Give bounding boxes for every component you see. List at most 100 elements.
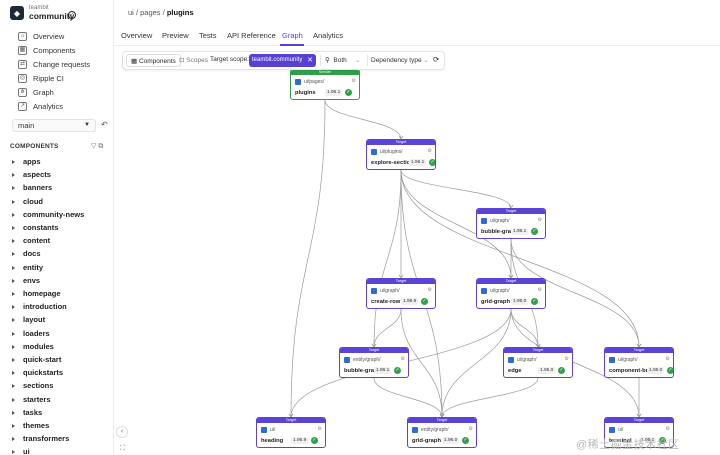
graph-node-edge[interactable]: Target ui/graph/ ⚙ edge 1.95.0 ✓ [503, 347, 573, 378]
tree-item[interactable]: ui [12, 447, 30, 455]
settings-icon[interactable]: ⚙ [401, 356, 405, 362]
tree-item[interactable]: apps [12, 157, 41, 166]
graph-edge [373, 308, 402, 348]
settings-icon[interactable]: ⚙ [565, 356, 569, 362]
undo-icon[interactable]: ↶ [101, 120, 108, 129]
tree-item[interactable]: sections [12, 381, 53, 390]
target-scope-value: teambit.community [252, 57, 303, 63]
org-logo[interactable]: ◆ [10, 6, 24, 20]
nav-ripple-ci[interactable]: ◎ Ripple CI [18, 74, 64, 83]
tab-graph[interactable]: Graph [282, 31, 303, 40]
chevron-down-icon: ⌄ [423, 57, 429, 64]
branch-selector[interactable]: main ▼ [12, 119, 96, 132]
crumb-ui[interactable]: ui [128, 8, 134, 17]
tree-item[interactable]: introduction [12, 302, 67, 311]
tree-item[interactable]: themes [12, 421, 49, 430]
target-scope-chip[interactable]: teambit.community ✕ [249, 54, 316, 67]
tab-api-reference[interactable]: API Reference [227, 31, 276, 40]
check-icon: ✓ [531, 298, 538, 305]
graph-node-create-row[interactable]: Target ui/graph/ ⚙ create-row 1.96.9 ✓ [366, 278, 436, 309]
graph-edge [400, 169, 512, 209]
target-scope-label: Target scope: [210, 56, 250, 63]
tab-analytics[interactable]: Analytics [313, 31, 343, 40]
refresh-icon[interactable]: ⟳ [433, 55, 439, 64]
tab-tests[interactable]: Tests [199, 31, 217, 40]
tree-item-label: envs [23, 275, 41, 285]
tree-item[interactable]: transformers [12, 434, 69, 443]
tree-item[interactable]: aspects [12, 170, 51, 179]
chevron-down-icon: ⌄ [355, 57, 361, 64]
check-icon: ✓ [345, 89, 352, 96]
graph-node-grid-graph-a[interactable]: Target ui/graph/ ⚙ grid-graph 1.95.0 ✓ [476, 278, 546, 309]
filter-icon[interactable]: ▽ ⧉ [91, 142, 103, 151]
nav-overview[interactable]: ⌂ Overview [18, 32, 64, 41]
close-icon[interactable]: ✕ [307, 54, 313, 67]
node-name: plugins [295, 90, 316, 96]
settings-icon[interactable]: ⚙ [352, 78, 356, 84]
settings-icon[interactable]: ⚙ [428, 287, 432, 293]
node-name: create-row [371, 299, 401, 305]
tree-item[interactable]: cloud [12, 197, 43, 206]
nav-graph[interactable]: ⋔ Graph [18, 88, 54, 97]
tree-item-label: tasks [23, 407, 43, 417]
graph-node-bubble-graph-b[interactable]: Target entity/graph/⚙ bubble-graph 1.96.1 ✓ [339, 347, 409, 378]
components-toggle[interactable]: ▦ Components [126, 54, 181, 67]
graph-node-heading[interactable]: Target ui/ ⚙ heading 1.96.9 ✓ [256, 417, 326, 448]
scopes-toggle[interactable]: ⊡ Scopes [175, 54, 212, 67]
check-icon: ✓ [462, 437, 469, 444]
graph-edge [324, 99, 402, 140]
tree-item[interactable]: community-news [12, 210, 84, 219]
component-icon [371, 149, 377, 155]
node-kind: Target [477, 209, 545, 214]
tree-item[interactable]: layout [12, 315, 45, 324]
nav-change-requests[interactable]: ⇄ Change requests [18, 60, 90, 69]
graph-node-grid-graph-b[interactable]: Target entity/graph/ ⚙ grid-graph 1.96.0 ✓ [407, 417, 477, 448]
component-icon [371, 288, 377, 294]
caret-right-icon [12, 278, 15, 283]
settings-icon[interactable]: ⚙ [666, 426, 670, 432]
nav-label: Analytics [33, 102, 64, 111]
settings-icon[interactable]: ⚙ [538, 287, 542, 293]
tree-item[interactable]: loaders [12, 329, 50, 338]
caret-right-icon [12, 173, 15, 178]
direction-select[interactable]: ⚲ Both [325, 56, 347, 64]
nav-components[interactable]: ▦ Components [18, 46, 76, 55]
tab-overview[interactable]: Overview [121, 31, 152, 40]
nav-analytics[interactable]: ↗ Analytics [18, 102, 63, 111]
settings-icon[interactable]: ⚙ [666, 356, 670, 362]
nav-label: Change requests [33, 60, 91, 69]
caret-right-icon [12, 358, 15, 363]
tree-item[interactable]: envs [12, 276, 40, 285]
graph-node-bubble-graph-a[interactable]: Target ui/graph/⚙ bubble-graph 1.96.1 ✓ [476, 208, 546, 239]
tree-item[interactable]: banners [12, 183, 52, 192]
graph-node-component-bubble[interactable]: Target ui/graph/⚙ component-bubble 1.95.0 ✓ [604, 347, 674, 378]
graph-canvas[interactable]: Seeder ui/pages/⚙ plugins 1.96.1 ✓ Target ui/p… [114, 47, 720, 455]
tree-item-label: modules [23, 341, 54, 351]
tree-item[interactable]: content [12, 236, 50, 245]
tree-item[interactable]: tasks [12, 408, 42, 417]
settings-icon[interactable]: ⚙ [428, 148, 432, 154]
tree-item-label: banners [23, 183, 53, 193]
node-version: 1.96.9 [401, 298, 419, 305]
settings-icon[interactable]: ⚙ [318, 426, 322, 432]
tree-item[interactable]: entity [12, 263, 43, 272]
dependency-type-select[interactable]: Dependency type ⌄ [371, 56, 429, 64]
tab-preview[interactable]: Preview [162, 31, 189, 40]
component-icon [508, 357, 514, 363]
caret-right-icon [12, 344, 15, 349]
tree-item[interactable]: starters [12, 395, 51, 404]
caret-down-icon: ▼ [84, 122, 90, 128]
tree-item[interactable]: modules [12, 342, 54, 351]
tree-item[interactable]: homepage [12, 289, 61, 298]
watermark: @稀土掘金技术社区 [576, 439, 680, 451]
tree-item[interactable]: docs [12, 249, 41, 258]
tree-item[interactable]: quick-start [12, 355, 61, 364]
tree-item[interactable]: quickstarts [12, 368, 63, 377]
graph-node-explore-section[interactable]: Target ui/plugins/ ⚙ explore-section 1.96.1 ✓ [366, 139, 436, 170]
tree-item-label: cloud [23, 196, 43, 206]
settings-icon[interactable]: ⚙ [469, 426, 473, 432]
tree-item[interactable]: constants [12, 223, 58, 232]
settings-icon[interactable]: ⚙ [538, 217, 542, 223]
crumb-pages[interactable]: pages [140, 8, 160, 17]
graph-node-plugins[interactable]: Seeder ui/pages/ ⚙ plugins 1.96.1 ✓ [290, 69, 360, 100]
